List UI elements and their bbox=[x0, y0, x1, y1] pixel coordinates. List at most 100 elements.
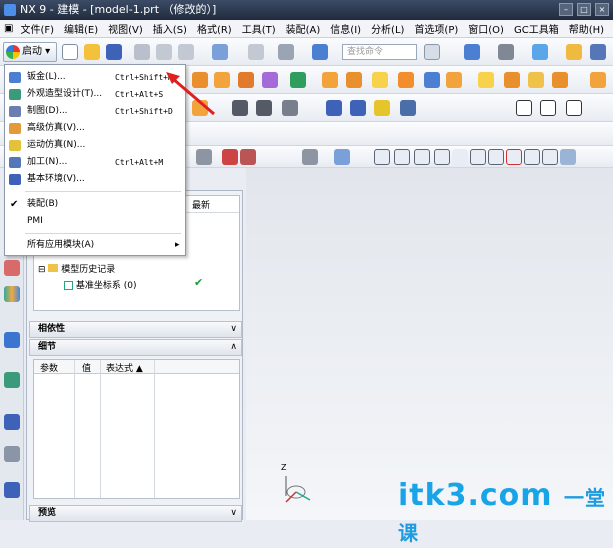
project-curve-icon[interactable] bbox=[282, 100, 298, 116]
selection-filter-icon[interactable] bbox=[222, 149, 238, 165]
list-icon[interactable] bbox=[326, 100, 342, 116]
repeat-command-icon[interactable] bbox=[278, 44, 294, 60]
dependency-panel-header[interactable]: 相依性 ∨ bbox=[29, 321, 242, 338]
tools-icon[interactable] bbox=[400, 100, 416, 116]
menu-item-drafting[interactable]: 制图(D)... Ctrl+Shift+D bbox=[5, 103, 185, 120]
menu-view[interactable]: 视图(V) bbox=[103, 21, 148, 36]
snap-filter-icon[interactable] bbox=[196, 149, 212, 165]
snap-face-icon[interactable] bbox=[560, 149, 576, 165]
column-expression[interactable]: 表达式 ▲ bbox=[106, 361, 143, 374]
menu-edit[interactable]: 编辑(E) bbox=[59, 21, 103, 36]
snap-center-icon[interactable] bbox=[488, 149, 504, 165]
block-icon[interactable] bbox=[322, 72, 338, 88]
menu-window[interactable]: 窗口(O) bbox=[463, 21, 509, 36]
web-browser-icon[interactable] bbox=[4, 372, 20, 388]
menu-item-assemblies[interactable]: ✔ 装配(B) bbox=[5, 196, 185, 213]
preview-panel-header[interactable]: 预览 ∨ bbox=[29, 505, 242, 522]
chevron-down-icon[interactable]: ∨ bbox=[230, 322, 237, 337]
chamfer-icon[interactable] bbox=[446, 72, 462, 88]
snap-quadrant-icon[interactable] bbox=[506, 149, 522, 165]
menu-item-pmi[interactable]: PMI bbox=[5, 213, 185, 230]
menu-item-manufacturing[interactable]: 加工(N)... Ctrl+Alt+M bbox=[5, 154, 185, 171]
datum-icon[interactable] bbox=[290, 72, 306, 88]
command-finder-icon[interactable] bbox=[312, 44, 328, 60]
hd3d-icon[interactable] bbox=[4, 332, 20, 348]
hole-icon[interactable] bbox=[372, 72, 388, 88]
measure-icon[interactable] bbox=[350, 100, 366, 116]
new-file-icon[interactable] bbox=[62, 44, 78, 60]
snap-line2-icon[interactable] bbox=[434, 149, 450, 165]
menu-analysis[interactable]: 分析(L) bbox=[366, 21, 409, 36]
fit-view-icon[interactable] bbox=[464, 44, 480, 60]
menu-preferences[interactable]: 首选项(P) bbox=[409, 21, 463, 36]
open-folder-icon[interactable] bbox=[84, 44, 100, 60]
search-input[interactable]: 查找命令 bbox=[342, 44, 417, 60]
menu-item-shape-studio[interactable]: 外观造型设计(T)... Ctrl+Alt+S bbox=[5, 86, 185, 103]
column-value[interactable]: 值 bbox=[82, 361, 91, 374]
snap-line-icon[interactable] bbox=[414, 149, 430, 165]
menu-gc-toolbox[interactable]: GC工具箱 bbox=[509, 21, 564, 36]
column-parameter[interactable]: 参数 bbox=[40, 361, 58, 374]
history-icon[interactable] bbox=[4, 414, 20, 430]
boss-icon[interactable] bbox=[398, 72, 414, 88]
snap-intersection-icon[interactable] bbox=[524, 149, 540, 165]
menu-format[interactable]: 格式(R) bbox=[192, 21, 237, 36]
close-button[interactable]: × bbox=[595, 3, 609, 16]
grid-icon[interactable] bbox=[566, 100, 582, 116]
start-button[interactable]: 启动 ▾ bbox=[3, 42, 57, 62]
menu-item-advanced-simulation[interactable]: 高级仿真(V)... bbox=[5, 120, 185, 137]
menu-item-sheet-metal[interactable]: 钣金(L)... Ctrl+Shift+M bbox=[5, 69, 185, 86]
constraint-navigator-icon[interactable] bbox=[4, 260, 20, 276]
select-region-icon[interactable] bbox=[302, 149, 318, 165]
toolbar-options-icon[interactable] bbox=[590, 44, 606, 60]
draft-icon[interactable] bbox=[504, 72, 520, 88]
copy-icon[interactable] bbox=[156, 44, 172, 60]
shaded-cube-icon[interactable] bbox=[532, 44, 548, 60]
array-icon[interactable] bbox=[238, 72, 254, 88]
menu-assembly[interactable]: 装配(A) bbox=[281, 21, 326, 36]
shell-icon[interactable] bbox=[424, 72, 440, 88]
paste-icon[interactable] bbox=[178, 44, 194, 60]
feature-more-icon[interactable] bbox=[590, 72, 606, 88]
cut-icon[interactable] bbox=[134, 44, 150, 60]
maximize-button[interactable]: □ bbox=[577, 3, 591, 16]
menu-item-motion-simulation[interactable]: 运动仿真(N)... bbox=[5, 137, 185, 154]
select-mode-icon[interactable] bbox=[240, 149, 256, 165]
snap-perpendicular-icon[interactable] bbox=[470, 149, 486, 165]
snap-tangent-icon[interactable] bbox=[542, 149, 558, 165]
system-materials-icon[interactable] bbox=[4, 446, 20, 462]
graphics-window[interactable]: Z bbox=[246, 168, 613, 520]
snap-midpoint-icon[interactable] bbox=[394, 149, 410, 165]
tree-node-history[interactable]: ⊟ 模型历史记录 bbox=[38, 262, 115, 275]
snap-curve-icon[interactable] bbox=[452, 149, 468, 165]
undo-icon[interactable] bbox=[212, 44, 228, 60]
checkbox-icon[interactable] bbox=[64, 281, 73, 290]
reuse-library-icon[interactable] bbox=[4, 286, 20, 302]
trim-body-icon[interactable] bbox=[552, 72, 568, 88]
view-cube-icon[interactable] bbox=[334, 149, 350, 165]
curve-icon[interactable] bbox=[232, 100, 248, 116]
menu-item-gateway[interactable]: 基本环境(V)... bbox=[5, 171, 185, 188]
cylinder-icon[interactable] bbox=[346, 72, 362, 88]
chevron-up-icon[interactable]: ∧ bbox=[230, 340, 237, 355]
chevron-down-icon[interactable]: ∨ bbox=[230, 506, 237, 521]
minimize-button[interactable]: – bbox=[559, 3, 573, 16]
menu-help[interactable]: 帮助(H) bbox=[564, 21, 609, 36]
folder-layer-icon[interactable] bbox=[566, 44, 582, 60]
rectangle-icon[interactable] bbox=[540, 100, 556, 116]
details-panel-header[interactable]: 细节 ∧ bbox=[29, 339, 242, 356]
edge-blend-icon[interactable] bbox=[528, 72, 544, 88]
menu-tools[interactable]: 工具(T) bbox=[237, 21, 281, 36]
tree-node-csys[interactable]: 基准坐标系 (0) bbox=[64, 278, 137, 291]
redo-icon[interactable] bbox=[248, 44, 264, 60]
spline-icon[interactable] bbox=[256, 100, 272, 116]
ring-icon[interactable] bbox=[374, 100, 390, 116]
triangle-icon[interactable] bbox=[516, 100, 532, 116]
app-menu-icon[interactable]: ▣ bbox=[0, 23, 15, 34]
menu-file[interactable]: 文件(F) bbox=[15, 21, 59, 36]
snap-endpoint-icon[interactable] bbox=[374, 149, 390, 165]
menu-info[interactable]: 信息(I) bbox=[325, 21, 366, 36]
save-icon[interactable] bbox=[106, 44, 122, 60]
render-style-icon[interactable] bbox=[498, 44, 514, 60]
boolean-icon[interactable] bbox=[262, 72, 278, 88]
